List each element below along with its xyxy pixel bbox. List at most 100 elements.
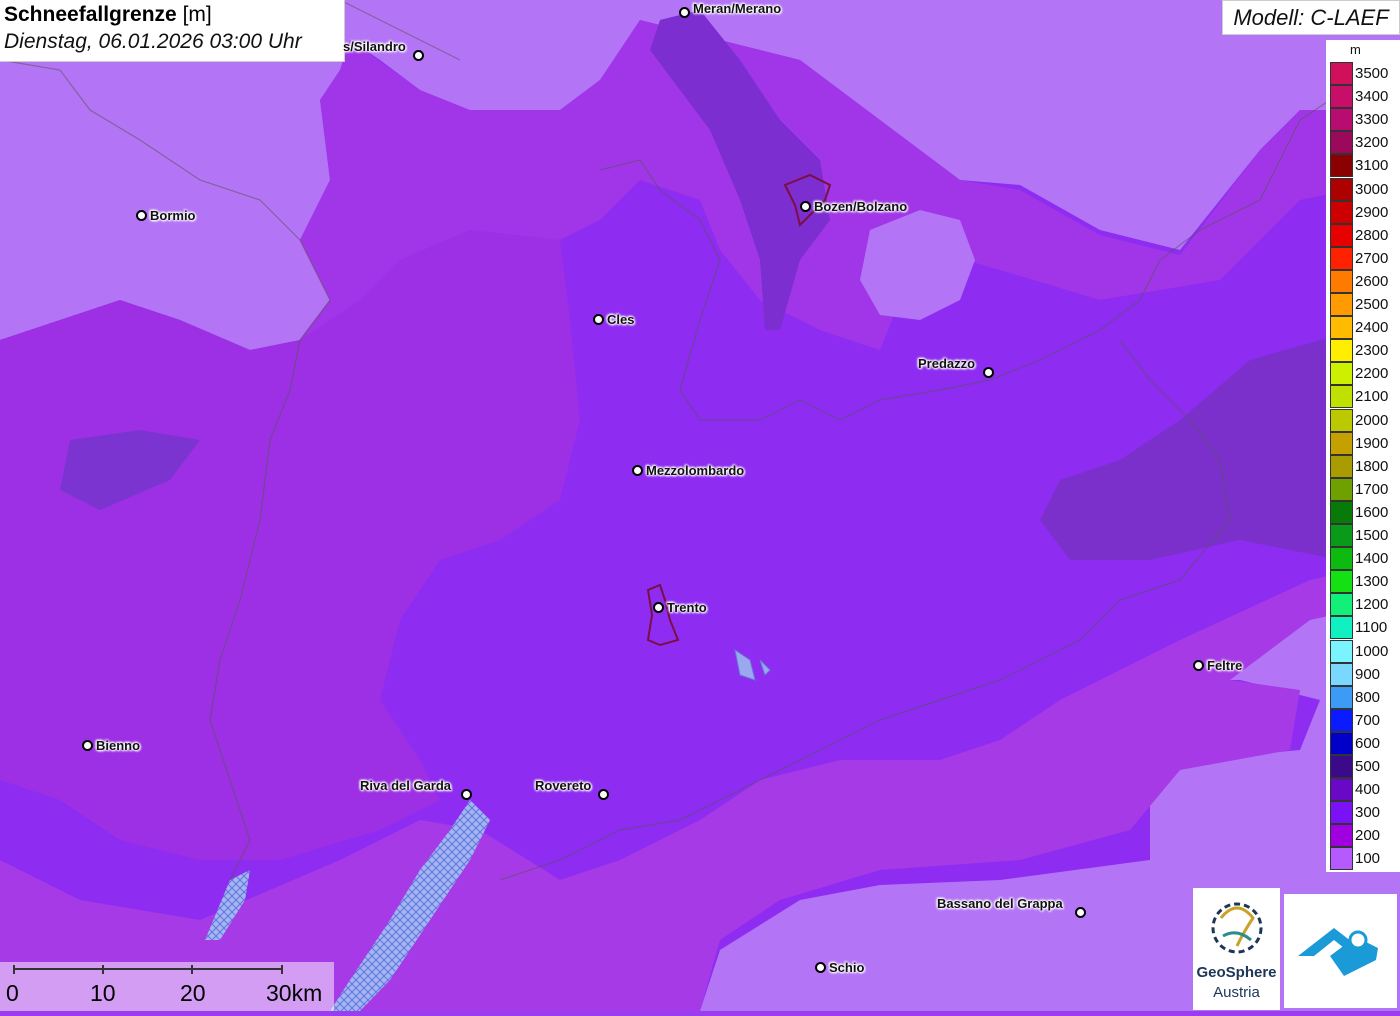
legend-entry: 1900 — [1330, 431, 1400, 455]
legend-swatch — [1330, 131, 1353, 155]
legend-entry: 400 — [1330, 778, 1400, 802]
legend-swatch — [1330, 431, 1353, 455]
legend-entry: 300 — [1330, 801, 1400, 825]
legend-label: 400 — [1355, 781, 1381, 799]
legend-swatch — [1330, 593, 1353, 617]
legend-swatch — [1330, 778, 1353, 802]
legend-label: 2000 — [1355, 411, 1389, 429]
legend-entry: 2000 — [1330, 408, 1400, 432]
legend-swatch — [1330, 246, 1353, 270]
legend-label: 1100 — [1355, 619, 1388, 637]
legend-entry: 1800 — [1330, 454, 1400, 478]
legend-swatch — [1330, 62, 1353, 85]
legend-label: 1300 — [1355, 573, 1389, 591]
legend-label: 1700 — [1355, 480, 1389, 498]
legend-label: 2600 — [1355, 272, 1389, 290]
city-label: Predazzo — [918, 356, 976, 371]
city-label: Feltre — [1207, 658, 1243, 673]
legend-swatch — [1330, 755, 1353, 778]
legend-label: 3100 — [1355, 157, 1389, 175]
legend-swatch — [1330, 708, 1353, 732]
legend-swatch — [1330, 847, 1353, 871]
legend-entry: 600 — [1330, 731, 1400, 755]
legend-entry: 200 — [1330, 824, 1400, 848]
legend-label: 2300 — [1355, 342, 1389, 360]
legend-entry: 1100 — [1330, 616, 1400, 640]
legend-swatch — [1330, 177, 1353, 201]
legend-label: 3300 — [1355, 111, 1389, 129]
city-dot-icon — [1193, 660, 1204, 671]
legend-swatch — [1330, 639, 1353, 663]
legend-swatch — [1330, 547, 1353, 571]
city-label: s/Silandro — [343, 39, 406, 54]
legend-entry: 1600 — [1330, 500, 1400, 524]
legend-swatch — [1330, 385, 1353, 409]
legend-label: 100 — [1355, 850, 1381, 868]
geosphere-logo[interactable]: GeoSphere Austria — [1193, 888, 1280, 1010]
legend-swatch — [1330, 824, 1353, 848]
legend-entry: 3400 — [1330, 85, 1400, 109]
legend-label: 3400 — [1355, 88, 1389, 106]
legend-entry: 2700 — [1330, 246, 1400, 270]
city-dot-icon — [413, 50, 424, 61]
legend-swatch — [1330, 662, 1353, 686]
geosphere-logo-line2: Austria — [1213, 984, 1260, 1001]
legend-swatch — [1330, 316, 1353, 340]
legend-swatch — [1330, 685, 1353, 709]
legend-label: 900 — [1355, 665, 1381, 683]
legend-swatch — [1330, 200, 1353, 224]
legend-entry: 500 — [1330, 755, 1400, 778]
color-legend: m 3500 3400 3300 3200 3100 3000 2900 2800 2700 26… — [1326, 40, 1400, 872]
scale-label-0: 0 — [6, 980, 19, 1006]
snowfall-limit-map[interactable] — [0, 0, 1400, 1011]
legend-label: 2700 — [1355, 249, 1389, 267]
legend-label: 2500 — [1355, 296, 1389, 313]
city-dot-icon — [632, 465, 643, 476]
city-dot-icon — [800, 201, 811, 212]
legend-entry: 1500 — [1330, 524, 1400, 547]
legend-label: 2900 — [1355, 203, 1389, 221]
legend-entry: 100 — [1330, 847, 1400, 871]
title-bold: Schneefallgrenze — [4, 3, 177, 26]
legend-swatch — [1330, 85, 1353, 109]
legend-entry: 3100 — [1330, 154, 1400, 178]
scale-label-10: 10 — [90, 980, 116, 1006]
city-dot-icon — [136, 210, 147, 221]
legend-swatch — [1330, 801, 1353, 825]
legend-swatch — [1330, 362, 1353, 386]
legend-swatch — [1330, 154, 1353, 178]
city-dot-icon — [983, 367, 994, 378]
legend-entry: 2900 — [1330, 200, 1400, 224]
legend-entry: 2800 — [1330, 223, 1400, 247]
legend-label: 1800 — [1355, 457, 1389, 475]
city-label: Bienno — [96, 738, 141, 753]
legend-swatch — [1330, 570, 1353, 594]
legend-label: 3000 — [1355, 180, 1389, 198]
geosphere-logo-line1: GeoSphere — [1196, 964, 1277, 981]
legend-entry: 700 — [1330, 708, 1400, 732]
city-label: Cles — [607, 312, 635, 327]
city-label: Bormio — [150, 208, 196, 223]
legend-label: 1000 — [1355, 642, 1389, 660]
legend-entry: 3300 — [1330, 108, 1400, 132]
legend-swatch — [1330, 223, 1353, 247]
legend-swatch — [1330, 477, 1353, 501]
scale-bar: 0 10 20 30km — [0, 962, 334, 1011]
legend-label: 1900 — [1355, 434, 1389, 452]
scale-label-30km: 30km — [266, 980, 323, 1006]
legend-label: 2200 — [1355, 365, 1389, 383]
city-dot-icon — [82, 740, 93, 751]
legend-entry: 900 — [1330, 662, 1400, 686]
legend-entry: 3200 — [1330, 131, 1400, 155]
model-label: Modell: C-LAEF — [1222, 0, 1400, 35]
legend-label: 1400 — [1355, 550, 1389, 568]
mountain-cloud-icon — [1298, 928, 1378, 976]
city-dot-icon — [679, 7, 690, 18]
legend-label: 2800 — [1355, 226, 1389, 244]
weather-app-logo[interactable] — [1284, 894, 1397, 1008]
legend-entry: 1700 — [1330, 477, 1400, 501]
city-label: Meran/Merano — [693, 1, 782, 16]
city-dot-icon — [1075, 907, 1086, 918]
legend-entry: 1200 — [1330, 593, 1400, 617]
city-label: Riva del Garda — [360, 778, 452, 793]
